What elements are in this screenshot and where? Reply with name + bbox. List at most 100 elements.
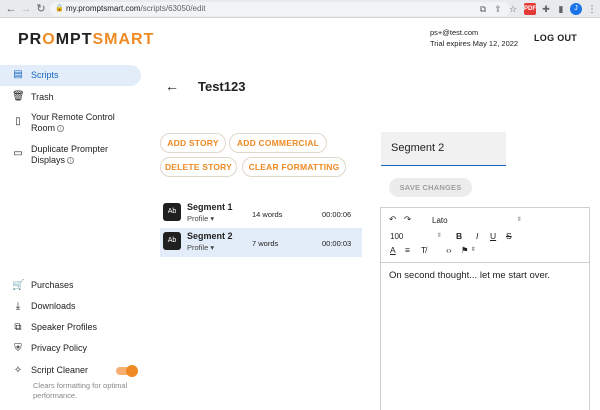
segment-type-badge: Ab [163, 203, 181, 221]
underline-button[interactable]: U [490, 231, 496, 242]
sidebar-item-duplicate-displays[interactable]: ▭ Duplicate Prompter Displays i [0, 142, 141, 168]
italic-button[interactable]: I [476, 231, 478, 242]
align-icon[interactable]: ≡ [405, 245, 410, 256]
browser-menu-icon[interactable]: ⋮ [586, 3, 598, 15]
editor-content[interactable]: On second thought... let me start over. [389, 270, 550, 281]
logo-text-pr: PR [18, 31, 43, 48]
reload-icon[interactable]: ↻ [34, 2, 48, 16]
remote-label-line2: Room [31, 123, 56, 133]
speaker-profiles-icon: ⧉ [14, 322, 22, 333]
sidebar-item-label: Scripts [31, 70, 59, 80]
address-bar[interactable]: 🔒 my.promptsmart.com/scripts/63050/edit [50, 2, 510, 16]
editor-toolbar-divider [380, 262, 590, 263]
logo-text-smart: SMART [92, 31, 155, 48]
sidebar-item-label: Purchases [31, 280, 74, 290]
monitor-icon: ▭ [13, 148, 23, 159]
text-color-icon[interactable]: A [390, 245, 396, 256]
sidebar-item-label: Your Remote Control Room i [31, 112, 115, 134]
sidebar-item-label: Speaker Profiles [31, 322, 98, 332]
profile-avatar[interactable]: J [570, 3, 582, 15]
redo-icon[interactable]: ↷ [404, 214, 411, 225]
sidebar-item-remote-control[interactable]: ▯ Your Remote Control Room i [0, 110, 141, 136]
sidebar-item-downloads[interactable]: ⤓ Downloads [0, 299, 141, 315]
segment-name: Segment 1 [187, 202, 233, 212]
add-story-button[interactable]: ADD STORY [160, 133, 226, 153]
bookmark-star-icon[interactable]: ☆ [507, 3, 519, 15]
segment-word-count: 14 words [252, 210, 283, 219]
pdf-extension-icon[interactable]: PDF [524, 3, 536, 15]
account-email: ps+@test.com [430, 28, 479, 37]
script-cleaner-toggle[interactable] [116, 365, 138, 377]
add-commercial-button[interactable]: ADD COMMERCIAL [229, 133, 327, 153]
save-changes-button[interactable]: SAVE CHANGES [389, 178, 472, 197]
document-icon: ▤ [13, 69, 23, 80]
segment-row[interactable]: Ab Segment 2 Profile ▾ 7 words 00:00:03 [160, 228, 362, 257]
profile-dropdown[interactable]: Profile ▾ [187, 214, 214, 223]
bold-button[interactable]: B [456, 231, 462, 242]
script-cleaner-description: Clears formatting for optimal performanc… [33, 381, 128, 400]
font-size-select[interactable]: 100 ⇳ [390, 231, 442, 242]
sidebar-item-privacy-policy[interactable]: ⛨ Privacy Policy [0, 341, 141, 357]
clear-format-icon[interactable]: T̸ [421, 245, 426, 256]
strikethrough-button[interactable]: S [506, 231, 512, 242]
sidebar-item-label: Trash [31, 92, 54, 102]
sidebar-panel-icon[interactable]: ▮ [555, 3, 567, 15]
sidebar-item-speaker-profiles[interactable]: ⧉ Speaker Profiles [0, 320, 141, 336]
displays-label-line1: Duplicate Prompter [31, 144, 109, 154]
flag-dropdown-icon[interactable]: ⇳ [471, 245, 476, 256]
segment-duration: 00:00:03 [322, 239, 352, 248]
sidebar-item-label: Downloads [31, 301, 76, 311]
download-icon: ⤓ [15, 301, 21, 312]
select-arrows-icon: ⇳ [516, 217, 522, 223]
font-size-value: 100 [390, 232, 404, 241]
back-arrow-icon[interactable]: ← [165, 78, 179, 94]
sidebar-item-trash[interactable]: 🗑 Trash [0, 89, 141, 107]
shield-icon: ⛨ [14, 343, 22, 354]
forward-nav-icon[interactable]: → [19, 2, 33, 16]
extensions-puzzle-icon[interactable]: ✚ [540, 3, 552, 15]
back-nav-icon[interactable]: ← [4, 2, 18, 16]
font-family-select[interactable]: Lato ⇳ [432, 215, 522, 226]
sidebar-item-label: Duplicate Prompter Displays i [31, 144, 108, 166]
sidebar-item-label: Script Cleaner [31, 365, 89, 375]
trash-icon: 🗑 [12, 91, 25, 102]
clean-icon: ✧ [13, 365, 23, 376]
url-path: /scripts/63050/edit [140, 4, 206, 13]
sidebar-item-label: Privacy Policy [31, 343, 88, 353]
url-host: my.promptsmart.com [66, 4, 141, 13]
segment-duration: 00:00:06 [322, 210, 352, 219]
sidebar-item-purchases[interactable]: 🛒 Purchases [0, 278, 141, 294]
sidebar-item-scripts[interactable]: ▤ Scripts [0, 65, 141, 86]
share-icon[interactable]: ⇪ [492, 3, 504, 15]
trial-expiry: Trial expires May 12, 2022 [430, 39, 519, 48]
segment-word-count: 7 words [252, 239, 279, 248]
account-info: ps+@test.com Trial expires May 12, 2022 [430, 27, 518, 49]
promptsmart-logo[interactable]: PROMPTSMART [18, 31, 154, 49]
displays-label-line2: Displays [31, 155, 66, 165]
browser-toolbar: ← → ↻ 🔒 my.promptsmart.com/scripts/63050… [0, 0, 600, 18]
clear-formatting-button[interactable]: CLEAR FORMATTING [242, 157, 346, 177]
remote-icon: ▯ [15, 116, 21, 127]
toggle-knob [126, 365, 138, 377]
remote-label-line1: Your Remote Control [31, 112, 115, 122]
segment-name: Segment 2 [187, 231, 233, 241]
logo-mic-icon: O [42, 31, 56, 48]
flag-icon[interactable]: ⚑ [461, 245, 469, 256]
logout-button[interactable]: LOG OUT [534, 33, 577, 43]
info-icon[interactable]: i [67, 157, 75, 164]
segment-name-input[interactable]: Segment 2 [381, 132, 506, 166]
logo-text-mpt: MPT [55, 31, 93, 48]
select-arrows-icon: ⇳ [436, 233, 442, 239]
info-icon[interactable]: i [57, 125, 65, 132]
code-icon[interactable]: ‹› [446, 245, 452, 256]
undo-icon[interactable]: ↶ [389, 214, 396, 225]
script-title: Test123 [198, 79, 246, 94]
segment-row[interactable]: Ab Segment 1 Profile ▾ 14 words 00:00:06 [160, 199, 362, 228]
lock-icon: 🔒 [55, 5, 64, 12]
cart-icon: 🛒 [12, 280, 25, 291]
segment-type-badge: Ab [163, 232, 181, 250]
open-tab-icon[interactable]: ⧉ [477, 3, 489, 15]
font-family-value: Lato [432, 216, 448, 225]
profile-dropdown[interactable]: Profile ▾ [187, 243, 214, 252]
delete-story-button[interactable]: DELETE STORY [160, 157, 237, 177]
